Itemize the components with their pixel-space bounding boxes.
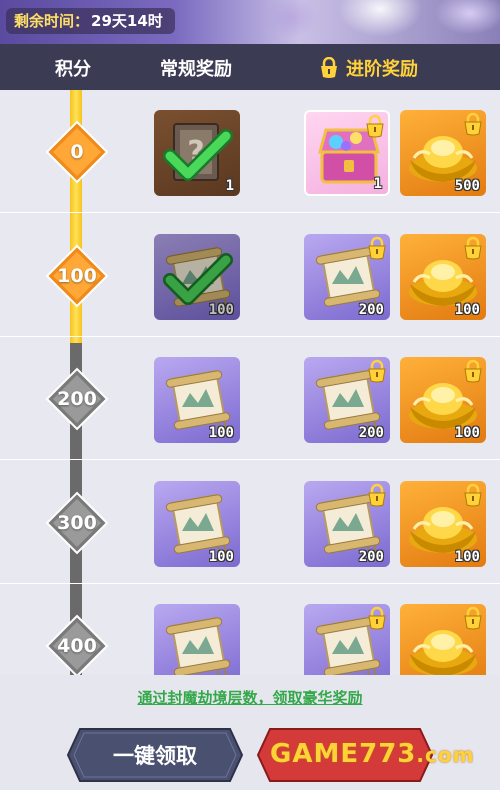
advanced-reward-item[interactable]: 100 [400,233,486,320]
advanced-reward-item[interactable]: 100 [400,480,486,567]
lock-badge-icon [464,606,482,630]
item-count: 100 [454,425,480,441]
remaining-time: 剩余时间： 29天14时 [6,8,175,34]
advanced-reward-item[interactable]: 200 [304,357,390,443]
lock-badge-icon [464,112,482,136]
header-advanced-label: 进阶奖励 [346,59,418,80]
item-count: 200 [358,301,384,318]
header-normal-reward: 常规奖励 [160,59,232,80]
reward-list[interactable]: 0? 1 1 500 100 100 200 100 200 100 200 100 300 100 200… [0,90,500,675]
advanced-reward-item[interactable] [400,604,486,675]
score-value: 100 [57,264,97,287]
lock-badge-icon [368,606,386,630]
scroll-icon [165,616,231,675]
score-value: 200 [57,388,97,410]
claim-all-button[interactable]: 一键领取 [66,727,244,783]
watermark-main: GAME773 [270,739,417,769]
lock-badge-icon [368,236,386,259]
footer: 通过封魔劫境层数，领取豪华奖励 一键领取 GAME773.com [0,675,500,790]
normal-reward-item[interactable]: ? 1 [154,110,240,196]
item-count: 1 [225,178,234,194]
score-diamond: 100 [45,244,109,308]
advanced-reward-item[interactable] [304,604,390,675]
normal-reward-item[interactable]: 100 [154,480,240,567]
claim-all-label: 一键领取 [113,744,197,768]
normal-reward-item[interactable] [154,604,240,675]
lock-badge-icon [366,114,384,138]
advanced-reward-item[interactable]: 200 [304,480,390,567]
reward-row: 300 100 200 100 [0,461,500,584]
score-value: 400 [57,635,97,657]
item-count: 100 [208,425,234,441]
score-diamond: 0 [45,120,109,184]
lock-badge-icon [464,483,482,506]
watermark-suffix: .com [416,743,475,767]
timer-label: 剩余时间： [14,12,90,30]
normal-reward-item[interactable]: 100 [154,357,240,443]
item-count: 500 [454,178,480,194]
banner-art [200,0,500,44]
timer-value: 29天14时 [91,12,163,30]
lock-icon [321,57,337,78]
header-advanced-reward[interactable]: 进阶奖励 [318,55,418,81]
score-diamond: 400 [45,614,109,675]
item-count: 100 [454,548,480,565]
lock-badge-icon [368,483,386,506]
score-diamond: 300 [45,491,109,555]
watermark: GAME773.com [270,739,490,779]
score-value: 0 [70,141,84,163]
top-banner: 剩余时间： 29天14时 [0,0,500,44]
hint-link[interactable]: 通过封魔劫境层数，领取豪华奖励 [0,687,500,708]
reward-row: 0? 1 1 500 [0,90,500,213]
advanced-reward-item[interactable]: 1 [304,110,390,196]
score-diamond: 200 [45,367,109,431]
item-count: 200 [358,425,384,441]
reward-row: 100 100 200 100 [0,214,500,337]
advanced-reward-item[interactable]: 100 [400,357,486,443]
reward-row: 400 [0,584,500,675]
lock-badge-icon [464,236,482,259]
item-count: 1 [373,176,382,192]
advanced-reward-item[interactable]: 200 [304,233,390,320]
lock-badge-icon [464,359,482,383]
item-count: 100 [208,301,234,318]
header-score: 积分 [55,59,91,80]
advanced-reward-item[interactable]: 500 [400,110,486,196]
score-value: 300 [57,511,97,534]
item-count: 200 [358,548,384,565]
item-count: 100 [208,548,234,565]
normal-reward-item[interactable]: 100 [154,233,240,320]
lock-badge-icon [368,359,386,383]
column-header: 积分 常规奖励 进阶奖励 [0,44,500,90]
item-count: 100 [454,301,480,318]
reward-row: 200 100 200 100 [0,337,500,460]
